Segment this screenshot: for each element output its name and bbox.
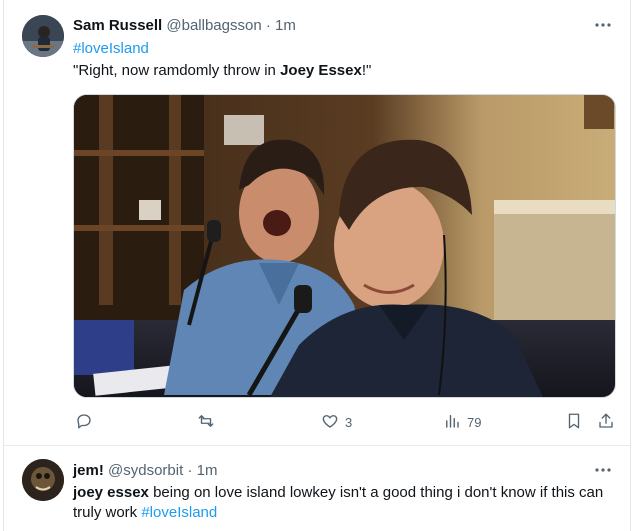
avatar[interactable] (22, 15, 64, 57)
tweet-text-post: !" (361, 62, 372, 79)
tweet[interactable]: jem! @sydsorbit · 1m joey essex being on… (4, 447, 630, 531)
author-name[interactable]: Sam Russell (73, 17, 162, 34)
separator-dot: · (265, 17, 271, 34)
tweet-text-bold: Joey Essex (280, 62, 362, 79)
retweet-button[interactable] (197, 410, 221, 434)
author-name[interactable]: jem! (73, 462, 104, 479)
views-count: 79 (467, 414, 482, 430)
tweet[interactable]: Sam Russell @ballbagsson · 1m #loveIslan… (4, 0, 630, 446)
bookmark-button[interactable] (565, 410, 583, 434)
retweet-icon (197, 412, 215, 433)
author-handle[interactable]: @ballbagsson (166, 17, 261, 34)
tweet-text: joey essex being on love island lowkey i… (73, 483, 618, 523)
views-button[interactable]: 79 (443, 410, 481, 434)
bookmark-icon (565, 412, 583, 433)
author-handle[interactable]: @sydsorbit (108, 462, 183, 479)
share-icon (597, 412, 615, 433)
tweet-actions: 3 79 (73, 410, 616, 434)
media-photo (74, 95, 615, 397)
more-horizontal-icon[interactable] (594, 16, 612, 34)
tweet-media-image[interactable] (73, 94, 616, 398)
tweet-text-pre: "Right, now ramdomly throw in (73, 62, 281, 79)
more-horizontal-icon[interactable] (594, 461, 612, 479)
like-count: 3 (345, 414, 353, 430)
separator-dot: · (187, 462, 193, 479)
heart-icon (321, 412, 339, 433)
tweet-header: Sam Russell @ballbagsson · 1m (73, 16, 296, 35)
timestamp[interactable]: 1m (197, 462, 218, 479)
hashtag-link[interactable]: #loveIsland (73, 39, 149, 58)
tweet-text-bold: joey essex (73, 484, 149, 501)
avatar-photo (22, 15, 64, 57)
tweet-text: "Right, now ramdomly throw in Joey Essex… (73, 61, 371, 80)
like-button[interactable]: 3 (321, 410, 352, 434)
hashtag-link[interactable]: #loveIsland (141, 504, 217, 521)
reply-button[interactable] (75, 410, 99, 434)
avatar[interactable] (22, 459, 64, 501)
share-button[interactable] (597, 410, 615, 434)
timestamp[interactable]: 1m (275, 17, 296, 34)
avatar-photo (22, 459, 64, 501)
reply-icon (75, 412, 93, 433)
views-bar-chart-icon (443, 412, 461, 433)
tweet-header: jem! @sydsorbit · 1m (73, 461, 217, 480)
timeline: Sam Russell @ballbagsson · 1m #loveIslan… (3, 0, 631, 531)
